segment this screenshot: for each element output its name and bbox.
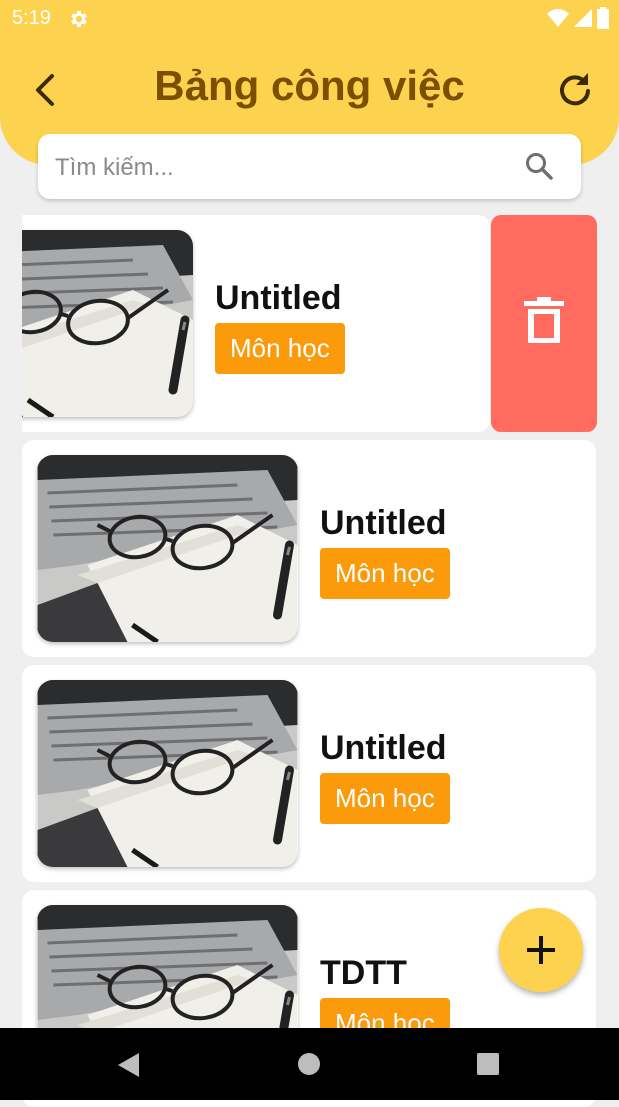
- task-thumbnail: [22, 230, 193, 417]
- task-tag: Môn học: [215, 323, 345, 374]
- nav-recent-icon[interactable]: [477, 1053, 499, 1075]
- refresh-icon: [560, 73, 590, 106]
- delete-button[interactable]: [491, 215, 597, 432]
- refresh-button[interactable]: [554, 70, 594, 110]
- task-tag: Môn học: [320, 773, 450, 824]
- task-thumbnail: [37, 455, 298, 642]
- status-time: 5:19: [12, 7, 51, 29]
- search-input[interactable]: [53, 134, 517, 201]
- task-title: TDTT: [320, 954, 407, 992]
- system-nav-bar: [0, 1028, 619, 1100]
- trash-icon: [524, 297, 564, 343]
- status-bar: 5:19: [0, 0, 619, 36]
- task-title: Untitled: [215, 279, 342, 317]
- cellular-signal-icon: [574, 9, 592, 27]
- wifi-icon: [547, 9, 569, 27]
- add-task-button[interactable]: [499, 908, 583, 992]
- task-title: Untitled: [320, 504, 447, 542]
- task-thumbnail: [37, 680, 298, 867]
- nav-home-icon[interactable]: [297, 1052, 321, 1076]
- task-card[interactable]: Untitled Môn học: [22, 665, 596, 882]
- status-icons: [547, 7, 609, 29]
- task-tag: Môn học: [320, 548, 450, 599]
- search-bar: [38, 134, 581, 201]
- settings-gear-icon: [71, 11, 87, 27]
- task-card[interactable]: Untitled Môn học: [22, 215, 490, 432]
- nav-back-icon[interactable]: [117, 1052, 141, 1078]
- battery-icon: [597, 7, 609, 29]
- page-title: Bảng công việc: [154, 62, 465, 109]
- search-icon[interactable]: [524, 151, 554, 181]
- task-title: Untitled: [320, 729, 447, 767]
- task-card[interactable]: Untitled Môn học: [22, 440, 596, 657]
- plus-icon: [527, 936, 555, 964]
